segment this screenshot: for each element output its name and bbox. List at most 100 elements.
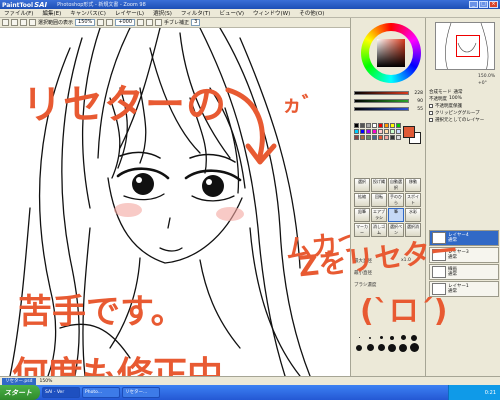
tool-airbrush[interactable]: エアブラシ (371, 208, 387, 222)
checkbox-icon[interactable] (429, 110, 433, 115)
swatch[interactable] (366, 123, 371, 128)
tool-watercolor[interactable]: 水彩 (405, 208, 421, 222)
tool-move[interactable]: 移動 (405, 178, 421, 192)
foreground-color[interactable] (403, 126, 415, 138)
swatch[interactable] (378, 129, 383, 134)
opacity-row[interactable]: 不透明度 100% (429, 95, 499, 102)
swatch[interactable] (378, 135, 383, 140)
document-tab[interactable]: リセター.psd (2, 377, 36, 385)
blue-slider[interactable] (354, 107, 409, 111)
color-wheel[interactable] (361, 23, 421, 83)
opacity-value[interactable]: 100% (449, 96, 462, 101)
menu-window[interactable]: ウィンドウ(W) (249, 9, 295, 17)
swatch[interactable] (390, 123, 395, 128)
tool-select-pen[interactable]: 選択ペン (388, 223, 404, 237)
brush-preset[interactable] (409, 333, 419, 342)
option-row[interactable]: クリッピンググループ (429, 109, 499, 116)
menu-edit[interactable]: 編集(E) (38, 9, 66, 17)
tool-pencil[interactable]: 鉛筆 (354, 208, 370, 222)
green-slider[interactable] (354, 99, 409, 103)
color-swatches[interactable] (354, 123, 401, 140)
zoom-out-icon[interactable] (97, 19, 105, 26)
undo-icon[interactable] (2, 19, 9, 26)
layer-item[interactable]: レイヤー3 通常 (429, 247, 499, 263)
brush-preset[interactable] (398, 333, 408, 342)
tool-magic-wand[interactable]: 自動選択 (388, 178, 404, 192)
blend-mode-value[interactable]: 通常 (454, 89, 463, 95)
tool-eyedropper[interactable]: スポイト (405, 193, 421, 207)
brush-preset[interactable] (365, 333, 375, 342)
layer-item[interactable]: レイヤー1 通常 (429, 281, 499, 297)
minimize-button[interactable]: _ (469, 1, 478, 8)
saturation-value-square[interactable] (377, 39, 405, 67)
zoom-combo[interactable]: 150% (75, 19, 96, 26)
swatch[interactable] (390, 135, 395, 140)
option-row[interactable]: 選択元としてのレイヤー (429, 116, 499, 123)
brush-preset[interactable] (409, 343, 419, 352)
brush-preset[interactable] (354, 343, 364, 352)
swatch[interactable] (384, 123, 389, 128)
swatch[interactable] (396, 123, 401, 128)
layer-item[interactable]: レイヤー4 通常 (429, 230, 499, 246)
deselect-icon[interactable] (20, 19, 27, 26)
drawing-canvas[interactable]: リセターの ヵ゛ 苦手です。 何度も修正中。。。 ムカついたので (0, 28, 350, 376)
menu-view[interactable]: ビュー(V) (215, 9, 249, 17)
swatch[interactable] (372, 135, 377, 140)
swatch[interactable] (354, 123, 359, 128)
menu-other[interactable]: その他(O) (295, 9, 329, 17)
swatch[interactable] (360, 123, 365, 128)
blend-mode-row[interactable]: 合成モード 通常 (429, 88, 499, 95)
maximize-button[interactable]: □ (479, 1, 488, 8)
angle-combo[interactable]: +000 (115, 19, 136, 26)
swatch[interactable] (384, 129, 389, 134)
checkbox-icon[interactable] (429, 103, 433, 108)
tool-select[interactable]: 選択 (354, 178, 370, 192)
swatch[interactable] (360, 129, 365, 134)
swatch[interactable] (372, 129, 377, 134)
menu-layer[interactable]: レイヤー(L) (111, 9, 149, 17)
blue-slider-row[interactable]: 55 (354, 106, 423, 112)
stabilizer-combo[interactable]: 3 (191, 19, 201, 26)
tool-rotate[interactable]: 回転 (371, 193, 387, 207)
swatch[interactable] (360, 135, 365, 140)
swatch[interactable] (390, 129, 395, 134)
tool-scale[interactable]: 拡縮 (354, 193, 370, 207)
zoom-in-icon[interactable] (106, 19, 114, 26)
redo-icon[interactable] (11, 19, 18, 26)
red-slider[interactable] (354, 91, 409, 95)
swatch[interactable] (366, 129, 371, 134)
brush-preset[interactable] (376, 333, 386, 342)
red-slider-row[interactable]: 228 (354, 90, 423, 96)
green-slider-row[interactable]: 90 (354, 98, 423, 104)
swatch[interactable] (354, 129, 359, 134)
navigator-thumbnail[interactable] (435, 22, 495, 70)
rotate-left-icon[interactable] (137, 19, 145, 26)
brush-preset[interactable] (398, 343, 408, 352)
layer-item[interactable]: 線画 通常 (429, 264, 499, 280)
brush-preset[interactable] (376, 343, 386, 352)
tool-select-eraser[interactable]: 選択消 (405, 223, 421, 237)
brush-preset[interactable] (365, 343, 375, 352)
tool-hand[interactable]: 手のひら (388, 193, 404, 207)
menu-canvas[interactable]: キャンバス(C) (66, 9, 111, 17)
tool-eraser[interactable]: 消しゴム (371, 223, 387, 237)
fg-bg-colors[interactable] (403, 126, 421, 144)
option-row[interactable]: 不透明度保護 (429, 102, 499, 109)
swatch[interactable] (396, 135, 401, 140)
taskbar-item[interactable]: リセター... (122, 387, 160, 398)
taskbar-item[interactable]: Photo... (82, 387, 120, 398)
rotate-right-icon[interactable] (146, 19, 154, 26)
checkbox-icon[interactable] (29, 19, 36, 26)
swatch[interactable] (366, 135, 371, 140)
taskbar-item[interactable]: SAI - Ver (42, 387, 80, 398)
flip-icon[interactable] (155, 19, 163, 26)
menu-select[interactable]: 選択(S) (149, 9, 177, 17)
tool-brush[interactable]: 筆 (388, 208, 404, 222)
swatch[interactable] (384, 135, 389, 140)
start-button[interactable]: スタート (0, 385, 40, 400)
checkbox-icon[interactable] (429, 117, 433, 122)
swatch[interactable] (378, 123, 383, 128)
swatch[interactable] (354, 135, 359, 140)
swatch[interactable] (372, 123, 377, 128)
tool-lasso[interactable]: 投げ縄 (371, 178, 387, 192)
